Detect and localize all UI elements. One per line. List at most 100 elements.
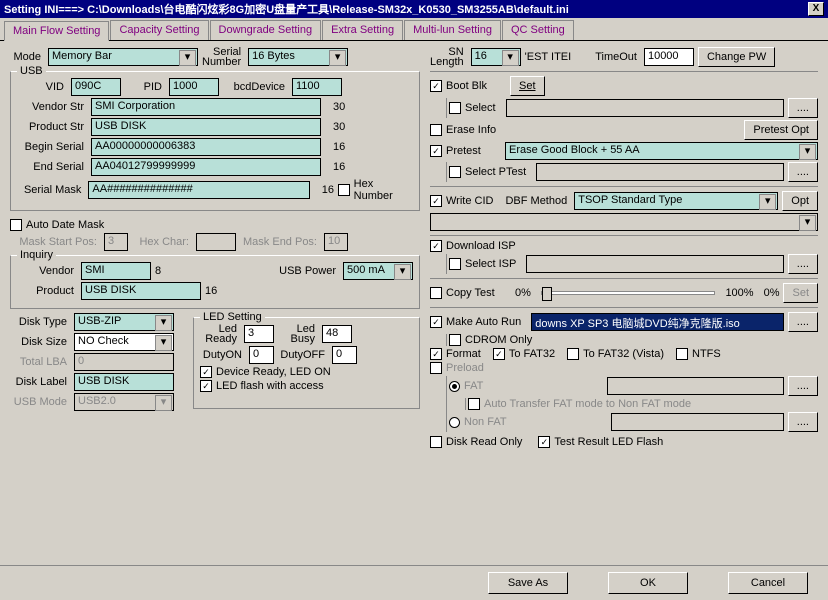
device-ready-check[interactable]	[200, 366, 212, 378]
browse-ptest-button[interactable]: ....	[788, 162, 818, 182]
tab-qc[interactable]: QC Setting	[502, 20, 574, 40]
dbf-opt-button[interactable]: Opt	[782, 191, 818, 211]
hex-number-check[interactable]	[338, 184, 350, 196]
set-button[interactable]: Set	[510, 76, 545, 96]
save-as-button[interactable]: Save As	[488, 572, 568, 594]
select-bootblk-path	[506, 99, 784, 117]
vendor-str-len: 30	[333, 101, 345, 113]
mask-end-input: 10	[324, 233, 348, 251]
copy-test-check[interactable]	[430, 287, 442, 299]
pretest-select[interactable]: Erase Good Block + 55 AA	[505, 142, 818, 160]
tab-bar: Main Flow Setting Capacity Setting Downg…	[0, 18, 828, 41]
sn-length-label: SN Length	[430, 47, 467, 67]
pid-input[interactable]: 1000	[169, 78, 219, 96]
copy-0pct: 0%	[515, 287, 531, 299]
disk-read-only-label: Disk Read Only	[446, 436, 522, 448]
ntfs-check[interactable]	[676, 348, 688, 360]
to-fat32-check[interactable]	[493, 348, 505, 360]
dbf-method-select[interactable]: TSOP Standard Type	[574, 192, 778, 210]
nonfat-radio	[449, 417, 460, 428]
usb-power-select[interactable]: 500 mA	[343, 262, 413, 280]
inq-vendor-input[interactable]: SMI	[81, 262, 151, 280]
serial-mask-input[interactable]: AA##############	[88, 181, 309, 199]
led-flash-check[interactable]	[200, 380, 212, 392]
auto-date-mask-check[interactable]	[10, 219, 22, 231]
change-pw-button[interactable]: Change PW	[698, 47, 775, 67]
write-cid-check[interactable]	[430, 195, 442, 207]
disk-size-select[interactable]: NO Check	[74, 333, 174, 351]
cancel-button[interactable]: Cancel	[728, 572, 808, 594]
disk-read-only-check[interactable]	[430, 436, 442, 448]
inq-product-label: Product	[17, 285, 77, 297]
inq-product-input[interactable]: USB DISK	[81, 282, 201, 300]
vid-input[interactable]: 090C	[71, 78, 121, 96]
dbf-method-label: DBF Method	[505, 195, 570, 207]
led-busy-input[interactable]: 48	[322, 325, 352, 343]
format-check[interactable]	[430, 348, 442, 360]
make-auto-run-check[interactable]	[430, 316, 442, 328]
tab-main-flow[interactable]: Main Flow Setting	[4, 21, 109, 41]
browse-fat-button: ....	[788, 376, 818, 396]
inq-vendor-len: 8	[155, 265, 161, 277]
vendor-str-input[interactable]: SMI Corporation	[91, 98, 321, 116]
disk-type-select[interactable]: USB-ZIP	[74, 313, 174, 331]
mask-end-label: Mask End Pos:	[240, 236, 320, 248]
bcd-label: bcdDevice	[223, 81, 288, 93]
tab-multi-lun[interactable]: Multi-lun Setting	[404, 20, 501, 40]
product-str-input[interactable]: USB DISK	[91, 118, 321, 136]
auto-date-mask-label: Auto Date Mask	[26, 219, 104, 231]
select-bootblk-label: Select	[465, 102, 496, 114]
disk-label-input[interactable]: USB DISK	[74, 373, 174, 391]
serial-number-select[interactable]: 16 Bytes	[248, 48, 348, 66]
led-ready-input[interactable]: 3	[244, 325, 274, 343]
browse-isp-button[interactable]: ....	[788, 254, 818, 274]
sn-length-select[interactable]: 16	[471, 48, 521, 66]
browse-autorun-button[interactable]: ....	[788, 312, 818, 332]
bcd-input[interactable]: 1100	[292, 78, 342, 96]
led-ready-label: Led Ready	[200, 324, 240, 344]
write-cid-label: Write CID	[446, 195, 493, 207]
begin-serial-input[interactable]: AA00000000006383	[91, 138, 321, 156]
cdrom-only-label: CDROM Only	[465, 334, 532, 346]
browse-nonfat-button: ....	[788, 412, 818, 432]
close-icon[interactable]: X	[808, 2, 824, 16]
test-result-led-check[interactable]	[538, 436, 550, 448]
browse-bootblk-button[interactable]: ....	[788, 98, 818, 118]
usb-group: USB VID 090C PID 1000 bcdDevice 1100 Ven…	[10, 71, 420, 211]
select-isp-check[interactable]	[449, 258, 461, 270]
select-bootblk-check[interactable]	[449, 102, 461, 114]
dbf-extra-select[interactable]	[430, 213, 818, 231]
serial-number-label: Serial Number	[202, 47, 244, 67]
serial-mask-len: 16	[322, 184, 334, 196]
dutyon-input[interactable]: 0	[249, 346, 274, 364]
download-isp-check[interactable]	[430, 240, 442, 252]
product-str-label: Product Str	[17, 121, 87, 133]
end-serial-input[interactable]: AA04012799999999	[91, 158, 321, 176]
fat-path	[607, 377, 783, 395]
dutyoff-input[interactable]: 0	[332, 346, 357, 364]
tab-capacity[interactable]: Capacity Setting	[110, 20, 208, 40]
tab-downgrade[interactable]: Downgrade Setting	[210, 20, 322, 40]
autorun-path-input[interactable]: downs XP SP3 电脑城DVD纯净克隆版.iso	[531, 313, 784, 331]
dialog-footer: Save As OK Cancel	[0, 565, 828, 600]
cdrom-only-check[interactable]	[449, 334, 461, 346]
timeout-input[interactable]: 10000	[644, 48, 694, 66]
usb-mode-select: USB2.0	[74, 393, 174, 411]
select-ptest-path	[536, 163, 784, 181]
mode-select[interactable]: Memory Bar	[48, 48, 198, 66]
pretest-opt-button[interactable]: Pretest Opt	[744, 120, 818, 140]
erase-info-check[interactable]	[430, 124, 442, 136]
copy-test-slider[interactable]	[541, 291, 716, 295]
copy-set-button[interactable]: Set	[783, 283, 818, 303]
ntfs-label: NTFS	[692, 348, 721, 360]
preload-check[interactable]	[430, 362, 442, 374]
select-ptest-check[interactable]	[449, 166, 461, 178]
mask-start-input: 3	[104, 233, 128, 251]
ok-button[interactable]: OK	[608, 572, 688, 594]
to-fat32-vista-check[interactable]	[567, 348, 579, 360]
tab-extra[interactable]: Extra Setting	[322, 20, 403, 40]
pretest-check[interactable]	[430, 145, 442, 157]
begin-serial-label: Begin Serial	[17, 141, 87, 153]
fat-radio	[449, 381, 460, 392]
boot-blk-check[interactable]	[430, 80, 442, 92]
